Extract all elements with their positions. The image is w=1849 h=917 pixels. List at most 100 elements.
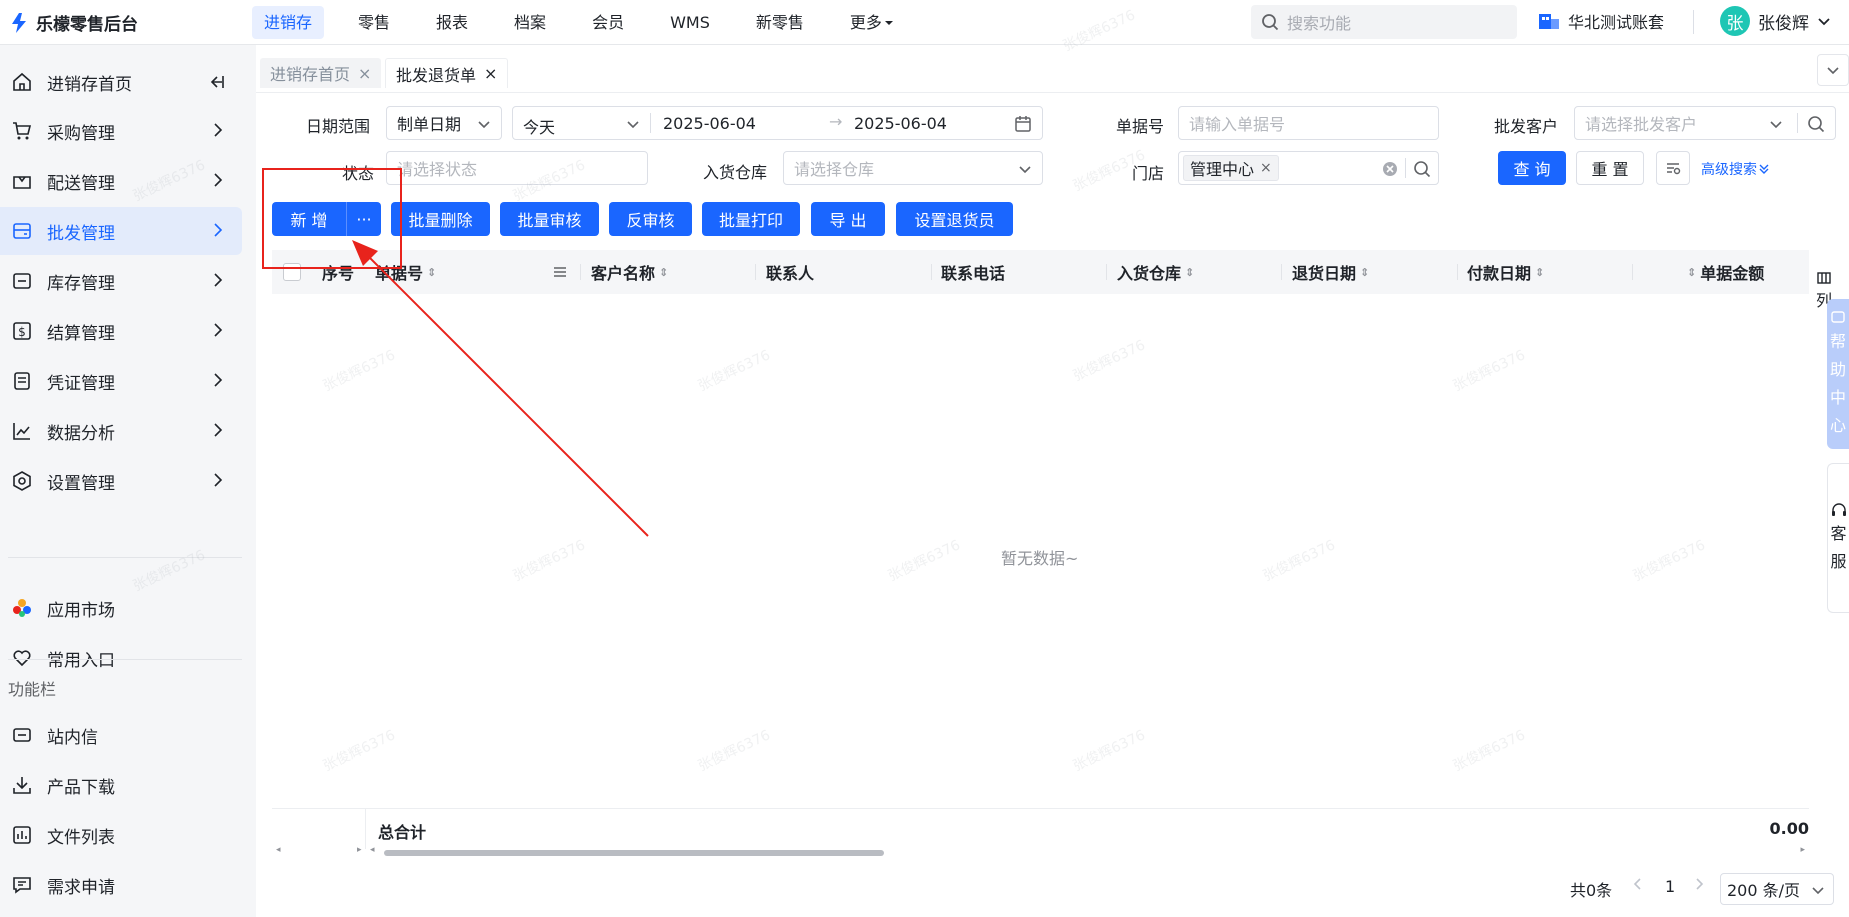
sidebar-item-distribution[interactable]: 配送管理 — [0, 157, 242, 205]
column-header-customer[interactable]: 客户名称 ⇕ — [591, 250, 668, 294]
list-settings-icon — [1667, 163, 1681, 175]
top-nav-more[interactable]: 更多 — [838, 6, 906, 39]
column-header-amount[interactable]: ⇕ 单据金额 — [1687, 250, 1764, 294]
scrollbar-thumb[interactable] — [384, 850, 884, 856]
sidebar-item-jxc-home[interactable]: 进销存首页 — [0, 58, 242, 106]
batch-audit-button[interactable]: 批量审核 — [500, 202, 599, 236]
top-nav-archives[interactable]: 档案 — [502, 6, 558, 39]
user-menu[interactable]: 张 张俊辉 — [1720, 6, 1831, 36]
top-nav-reports[interactable]: 报表 — [424, 6, 480, 39]
export-button[interactable]: 导 出 — [811, 202, 885, 236]
top-nav: 进销存 零售 报表 档案 会员 WMS 新零售 更多 — [252, 6, 928, 39]
top-nav-members[interactable]: 会员 — [580, 6, 636, 39]
sidebar-item-file-list[interactable]: 文件列表 — [0, 811, 242, 859]
close-icon[interactable]: × — [358, 64, 371, 83]
sidebar-item-favorites[interactable]: 常用入口 — [0, 634, 242, 682]
store-tag-label: 管理中心 — [1190, 160, 1255, 179]
page-number-current[interactable]: 1 — [1665, 877, 1675, 896]
date-end-input[interactable]: 2025-06-04 — [854, 114, 947, 133]
column-header-warehouse[interactable]: 入货仓库 ⇕ — [1117, 250, 1194, 294]
date-range-picker[interactable]: 今天 2025-06-04 → 2025-06-04 — [512, 106, 1043, 140]
customer-select[interactable]: 请选择批发客户 — [1574, 106, 1836, 140]
clear-circle-icon[interactable] — [1382, 161, 1398, 177]
sort-icon[interactable]: ⇕ — [427, 266, 436, 279]
doc-no-placeholder: 请输入单据号 — [1189, 115, 1286, 134]
next-page-button[interactable] — [1693, 877, 1705, 891]
watermark: 张俊辉6376 — [1260, 537, 1338, 585]
scroll-left-icon[interactable]: ◂ — [276, 845, 281, 855]
sidebar-item-settings[interactable]: 设置管理 — [0, 457, 242, 505]
top-nav-new-retail[interactable]: 新零售 — [744, 6, 816, 39]
scroll-right-icon[interactable]: ▸ — [1800, 845, 1805, 855]
date-start-input[interactable]: 2025-06-04 — [663, 114, 756, 133]
divider — [650, 113, 651, 133]
store-select[interactable]: 管理中心 × — [1178, 151, 1439, 185]
divider — [1405, 158, 1406, 178]
warehouse-select[interactable]: 请选择仓库 — [783, 151, 1043, 185]
customer-service-button[interactable]: 客 服 — [1827, 463, 1849, 613]
page-tabs: 进销存首页 × 批发退货单 × — [256, 45, 1849, 93]
doc-no-input[interactable]: 请输入单据号 — [1178, 106, 1439, 140]
sidebar-item-downloads[interactable]: 产品下载 — [0, 761, 242, 809]
tabs-dropdown-button[interactable] — [1817, 54, 1849, 86]
function-search-input[interactable]: 搜索功能 — [1251, 5, 1517, 39]
sidebar-item-purchase[interactable]: 采购管理 — [0, 107, 242, 155]
collapse-sidebar-icon[interactable] — [208, 73, 226, 91]
horizontal-scrollbar[interactable]: ◂ ▸ ◂ ▸ — [272, 845, 1809, 858]
sort-icon[interactable]: ⇕ — [1360, 266, 1369, 279]
sort-icon[interactable]: ⇕ — [1687, 266, 1696, 279]
scroll-right-icon[interactable]: ▸ — [357, 845, 362, 855]
help-char: 助 — [1829, 360, 1846, 379]
close-icon[interactable]: × — [1260, 160, 1272, 176]
sidebar-item-app-market[interactable]: 应用市场 — [0, 584, 242, 632]
home-icon — [11, 71, 33, 93]
batch-delete-button[interactable]: 批量删除 — [391, 202, 490, 236]
chevron-right-icon — [214, 473, 223, 487]
tab-jxc-home[interactable]: 进销存首页 × — [260, 58, 382, 88]
sidebar-item-analytics[interactable]: 数据分析 — [0, 407, 242, 455]
reset-button[interactable]: 重 置 — [1576, 151, 1644, 185]
advanced-search-link[interactable]: 高级搜索 — [1701, 159, 1769, 179]
sort-icon[interactable]: ⇕ — [1535, 266, 1544, 279]
arrow-right-icon: → — [829, 112, 843, 131]
column-header-pay-date[interactable]: 付款日期 ⇕ — [1467, 250, 1544, 294]
sidebar-item-inventory[interactable]: 库存管理 — [0, 257, 242, 305]
top-nav-wms[interactable]: WMS — [658, 6, 722, 39]
message-icon — [11, 724, 33, 746]
date-range-label: 日期范围 — [306, 117, 371, 136]
query-button[interactable]: 查 询 — [1498, 151, 1566, 185]
batch-print-button[interactable]: 批量打印 — [702, 202, 800, 236]
page-size-value: 200 条/页 — [1727, 881, 1801, 900]
set-returner-button[interactable]: 设置退货员 — [896, 202, 1013, 236]
account-switcher[interactable]: 华北测试账套 — [1538, 9, 1664, 33]
prev-page-button[interactable] — [1632, 877, 1644, 891]
calendar-icon[interactable] — [1014, 115, 1032, 133]
tab-wholesale-return[interactable]: 批发退货单 × — [385, 58, 509, 88]
sort-icon[interactable]: ⇕ — [659, 266, 668, 279]
unaudit-button[interactable]: 反审核 — [609, 202, 692, 236]
filter-settings-button[interactable] — [1656, 151, 1690, 185]
menu-icon[interactable] — [553, 265, 567, 279]
scroll-left-icon[interactable]: ◂ — [370, 845, 375, 855]
search-icon[interactable] — [1413, 160, 1431, 178]
sidebar-item-inbox[interactable]: 站内信 — [0, 711, 242, 759]
sort-icon[interactable]: ⇕ — [1185, 266, 1194, 279]
close-icon[interactable]: × — [484, 64, 497, 83]
sidebar-item-settlement[interactable]: $ 结算管理 — [0, 307, 242, 355]
status-select[interactable]: 请选择状态 — [386, 151, 648, 185]
app-title: 乐檬零售后台 — [36, 15, 138, 35]
top-nav-jxc[interactable]: 进销存 — [252, 6, 325, 39]
search-icon[interactable] — [1807, 115, 1825, 133]
help-center-button[interactable]: 帮 助 中 心 — [1827, 299, 1849, 449]
sidebar-item-wholesale[interactable]: 批发管理 — [0, 207, 242, 255]
top-nav-retail[interactable]: 零售 — [346, 6, 402, 39]
sidebar-item-voucher[interactable]: 凭证管理 — [0, 357, 242, 405]
column-separator — [755, 264, 756, 280]
date-type-select[interactable]: 制单日期 — [386, 106, 502, 140]
column-header-return-date[interactable]: 退货日期 ⇕ — [1292, 250, 1369, 294]
app-logo[interactable]: 乐檬零售后台 — [8, 10, 138, 35]
chevron-right-icon — [214, 373, 223, 387]
sidebar-item-requests[interactable]: 需求申请 — [0, 861, 242, 909]
chevron-right-icon — [214, 173, 223, 187]
page-size-select[interactable]: 200 条/页 — [1720, 873, 1834, 905]
